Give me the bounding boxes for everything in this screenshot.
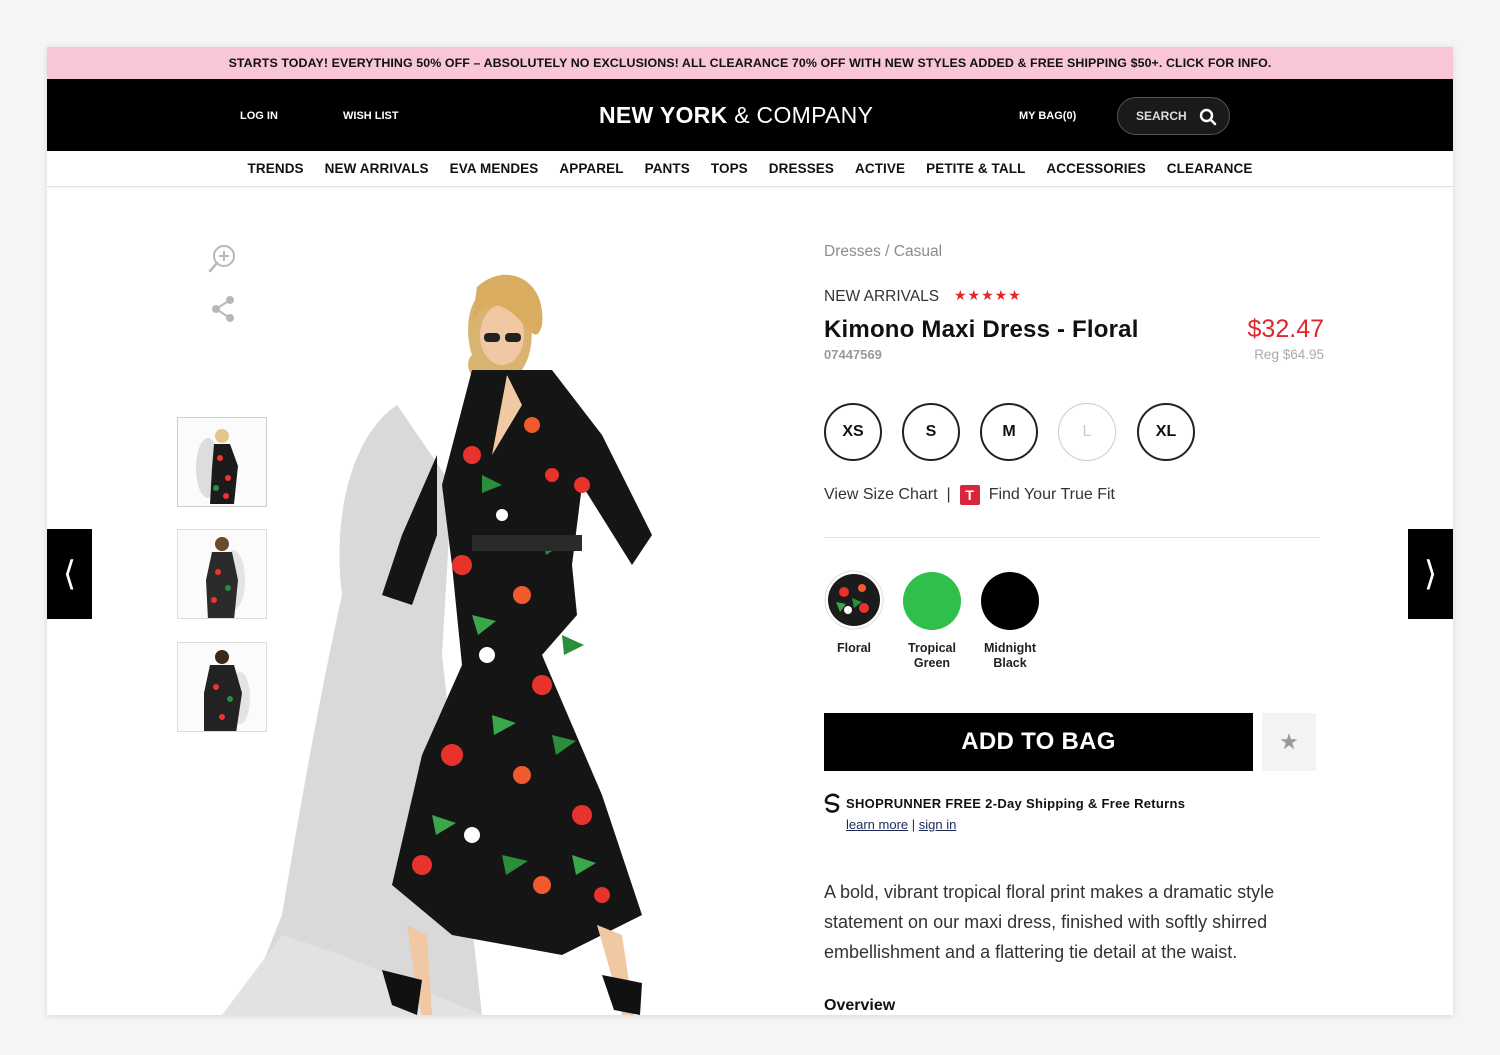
collection-label: NEW ARRIVALS bbox=[824, 288, 940, 305]
nav-item-active[interactable]: ACTIVE bbox=[855, 161, 905, 176]
rating-stars[interactable]: ★★★★★ bbox=[954, 287, 1022, 304]
promo-text[interactable]: STARTS TODAY! EVERYTHING 50% OFF – ABSOL… bbox=[229, 56, 1272, 70]
site-header: LOG IN WISH LIST NEW YORK & COMPANY MY B… bbox=[47, 79, 1453, 151]
swatch-tropical-green[interactable] bbox=[903, 572, 961, 630]
promo-banner[interactable]: STARTS TODAY! EVERYTHING 50% OFF – ABSOL… bbox=[47, 47, 1453, 79]
nav-item-eva-mendes[interactable]: EVA MENDES bbox=[450, 161, 539, 176]
nav-item-tops[interactable]: TOPS bbox=[711, 161, 748, 176]
size-s[interactable]: S bbox=[902, 403, 960, 461]
swatch-label-floral: Floral bbox=[836, 641, 872, 655]
my-bag-link[interactable]: MY BAG(0) bbox=[1019, 110, 1076, 122]
logo-bold: NEW YORK bbox=[599, 102, 728, 128]
next-image-button[interactable]: ⟩ bbox=[1408, 529, 1453, 619]
main-nav: TRENDS NEW ARRIVALS EVA MENDES APPAREL P… bbox=[47, 151, 1453, 187]
shoprunner-icon bbox=[824, 793, 840, 813]
swatch-floral[interactable] bbox=[824, 570, 884, 630]
shoprunner-brand: SHOPRUNNER bbox=[846, 795, 942, 811]
swatch-label-midnight-black: Midnight Black bbox=[983, 641, 1037, 670]
nav-item-trends[interactable]: TRENDS bbox=[248, 161, 304, 176]
size-xs[interactable]: XS bbox=[824, 403, 882, 461]
nav-item-pants[interactable]: PANTS bbox=[645, 161, 690, 176]
size-xl[interactable]: XL bbox=[1137, 403, 1195, 461]
rating-stars-icon: ★★★★★ bbox=[954, 287, 1022, 303]
page-frame: STARTS TODAY! EVERYTHING 50% OFF – ABSOL… bbox=[47, 47, 1453, 1015]
regular-price: Reg $64.95 bbox=[1254, 347, 1324, 362]
chevron-right-icon: ⟩ bbox=[1423, 554, 1438, 594]
learn-more-link[interactable]: learn more bbox=[846, 817, 908, 832]
nav-item-petite-tall[interactable]: PETITE & TALL bbox=[926, 161, 1025, 176]
shoprunner-text: FREE 2-Day Shipping & Free Returns bbox=[945, 795, 1186, 811]
product-hero-image[interactable] bbox=[222, 235, 692, 1015]
true-fit-icon: T bbox=[959, 485, 980, 505]
brand-logo[interactable]: NEW YORK & COMPANY bbox=[599, 102, 873, 129]
divider bbox=[824, 537, 1320, 538]
login-link[interactable]: LOG IN bbox=[240, 110, 278, 122]
product-title: Kimono Maxi Dress - Floral bbox=[824, 316, 1139, 343]
search-icon bbox=[1199, 108, 1217, 126]
nav-item-dresses[interactable]: DRESSES bbox=[769, 161, 834, 176]
shoprunner-row: SHOPRUNNER FREE 2-Day Shipping & Free Re… bbox=[824, 793, 1185, 813]
product-description: A bold, vibrant tropical floral print ma… bbox=[824, 882, 1275, 962]
logo-amp: & bbox=[734, 102, 750, 128]
logo-rest: COMPANY bbox=[756, 102, 874, 128]
add-to-bag-button[interactable]: ADD TO BAG bbox=[824, 713, 1253, 771]
breadcrumb[interactable]: Dresses / Casual bbox=[824, 243, 942, 261]
nav-item-apparel[interactable]: APPAREL bbox=[559, 161, 623, 176]
chevron-left-icon: ⟨ bbox=[62, 554, 77, 594]
swatch-midnight-black[interactable] bbox=[981, 572, 1039, 630]
star-icon: ★ bbox=[1279, 729, 1299, 754]
sale-price: $32.47 bbox=[1247, 315, 1324, 343]
size-chart-row: View Size Chart | T Find Your True Fit bbox=[824, 485, 1115, 505]
view-size-chart-link[interactable]: View Size Chart bbox=[824, 486, 938, 504]
search-label: SEARCH bbox=[1136, 109, 1187, 123]
product-sku: 07447569 bbox=[824, 347, 882, 362]
wishlist-link[interactable]: WISH LIST bbox=[343, 110, 399, 122]
size-m[interactable]: M bbox=[980, 403, 1038, 461]
separator: | bbox=[946, 486, 951, 503]
shoprunner-links: learn more | sign in bbox=[846, 817, 956, 832]
favorite-button[interactable]: ★ bbox=[1262, 713, 1316, 771]
nav-item-accessories[interactable]: ACCESSORIES bbox=[1046, 161, 1145, 176]
link-separator: | bbox=[911, 817, 916, 832]
prev-image-button[interactable]: ⟨ bbox=[47, 529, 92, 619]
nav-item-new-arrivals[interactable]: NEW ARRIVALS bbox=[325, 161, 429, 176]
true-fit-link[interactable]: Find Your True Fit bbox=[989, 486, 1115, 504]
overview-heading[interactable]: Overview bbox=[824, 997, 895, 1015]
nav-item-clearance[interactable]: CLEARANCE bbox=[1167, 161, 1253, 176]
search-button[interactable]: SEARCH bbox=[1117, 97, 1230, 135]
size-l[interactable]: L bbox=[1058, 403, 1116, 461]
sign-in-link[interactable]: sign in bbox=[919, 817, 957, 832]
swatch-label-tropical-green: Tropical Green bbox=[908, 641, 956, 670]
